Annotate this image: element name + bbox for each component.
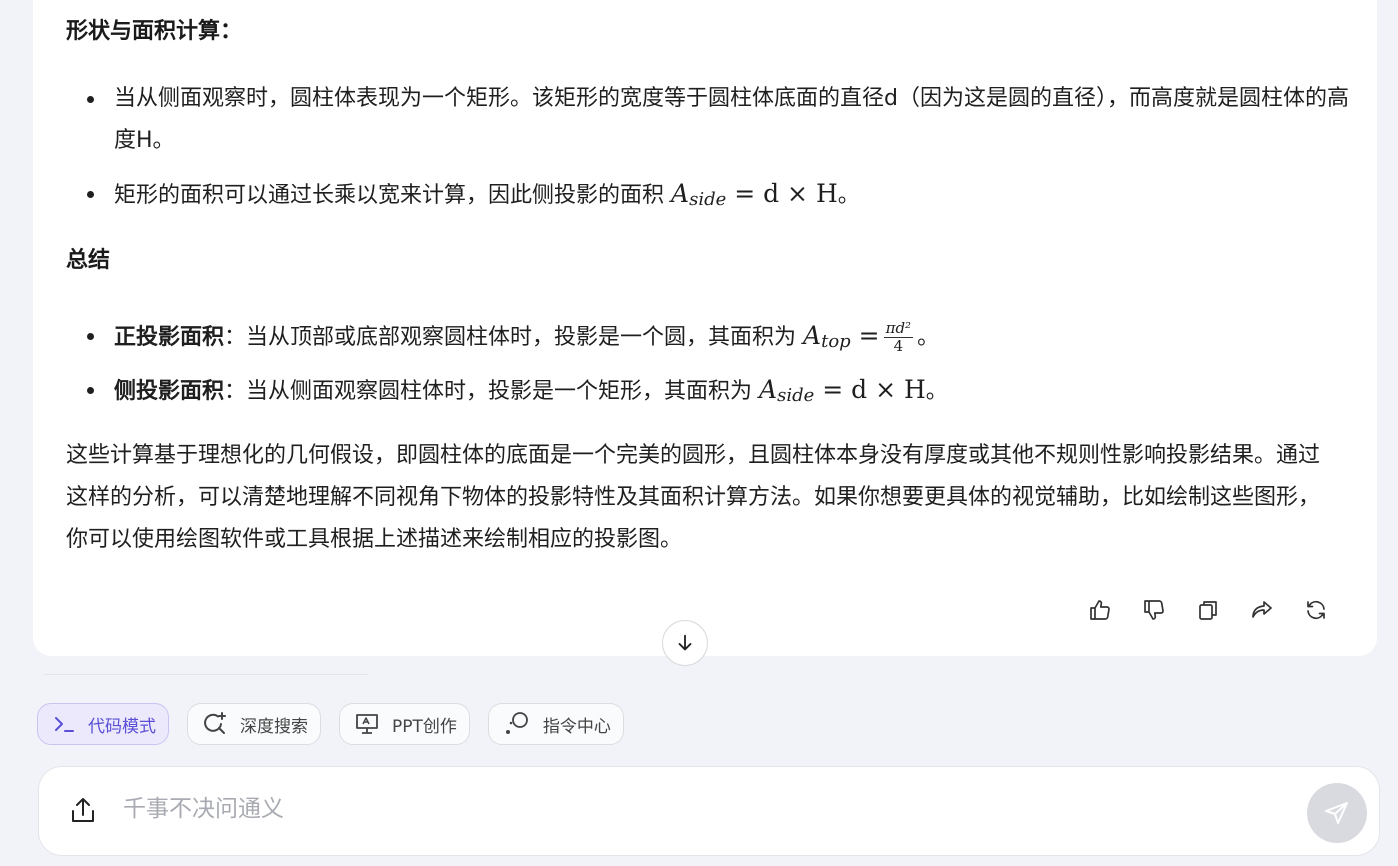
chip-label: PPT创作 [392,716,457,737]
period: 。 [837,183,860,208]
formula-symbol: A [671,179,690,208]
formula-side-area: Aside = d × H [671,179,838,210]
chip-command-center[interactable]: 指令中心 [487,703,624,745]
scroll-to-bottom-button[interactable] [662,620,708,666]
deep-search-icon [204,712,226,734]
formula-top-area: Atop = πd² 4 [803,320,917,355]
fraction-denominator: 4 [893,337,904,355]
shape-heading: 形状与面积计算： [66,19,243,44]
chip-label: 指令中心 [542,716,611,737]
chat-input[interactable]: 千事不决问通义 [123,793,284,825]
send-button[interactable] [1307,783,1367,843]
thumbs-down-icon[interactable] [1138,594,1170,626]
list-item: 当从侧面观察时，圆柱体表现为一个矩形。该矩形的宽度等于圆柱体底面的直径d（因为这… [87,78,1354,162]
formula-rest: = d × H [734,179,838,208]
mode-chips: 代码模式 深度搜索 PPT创作 指令中心 [37,703,624,745]
terminal-icon [55,717,74,732]
list-item-text: 矩形的面积可以通过长乘以宽来计算，因此侧投影的面积 [114,183,665,208]
formula-fraction: πd² 4 [883,319,914,355]
summary-term: 正投影面积 [114,325,225,350]
formula-subscript: side [689,189,727,210]
chip-deep-search[interactable]: 深度搜索 [187,703,321,745]
send-icon [1325,802,1348,824]
formula-rest: = d × H [822,375,926,404]
fraction-numerator: πd² [883,319,914,338]
summary-term: 侧投影面积 [114,379,225,404]
thumbs-up-icon[interactable] [1084,594,1116,626]
copy-icon[interactable] [1192,594,1224,626]
formula-symbol: A [759,375,778,404]
chip-ppt-creation[interactable]: PPT创作 [339,703,470,745]
period: 。 [925,379,948,404]
chip-code-mode[interactable]: 代码模式 [37,703,169,745]
list-item: 侧投影面积：当从侧面观察圆柱体时，投影是一个矩形，其面积为 Aside = d … [87,369,1354,417]
formula-equals: = [858,321,880,350]
formula-side-area: Aside = d × H [759,375,926,406]
message-actions [1084,594,1332,626]
regenerate-icon[interactable] [1300,594,1332,626]
formula-subscript: side [777,385,815,406]
upload-button[interactable] [65,793,101,829]
list-item: 正投影面积：当从顶部或底部观察圆柱体时，投影是一个圆，其面积为 Atop = πd… [87,315,1354,363]
list-item-text: ：当从侧面观察圆柱体时，投影是一个矩形，其面积为 [224,379,753,404]
chip-label: 代码模式 [88,716,156,737]
upload-icon [72,798,94,822]
formula-subscript: top [821,331,851,352]
command-center-icon [505,712,528,734]
chat-input-box: 千事不决问通义 [38,766,1380,856]
presentation-icon [356,714,378,734]
conclusion-paragraph: 这些计算基于理想化的几何假设，即圆柱体的底面是一个完美的圆形，且圆柱体本身没有厚… [66,443,1321,552]
period: 。 [917,325,940,350]
chip-label: 深度搜索 [240,716,308,737]
formula-symbol: A [803,321,822,350]
divider [44,674,368,675]
list-item: 矩形的面积可以通过长乘以宽来计算，因此侧投影的面积 Aside = d × H。 [87,173,1354,221]
list-item-text: 当从侧面观察时，圆柱体表现为一个矩形。该矩形的宽度等于圆柱体底面的直径d（因为这… [114,86,1349,153]
arrow-down-icon [678,634,692,651]
summary-heading: 总结 [66,248,111,273]
share-icon[interactable] [1246,594,1278,626]
list-item-text: ：当从顶部或底部观察圆柱体时，投影是一个圆，其面积为 [224,325,797,350]
